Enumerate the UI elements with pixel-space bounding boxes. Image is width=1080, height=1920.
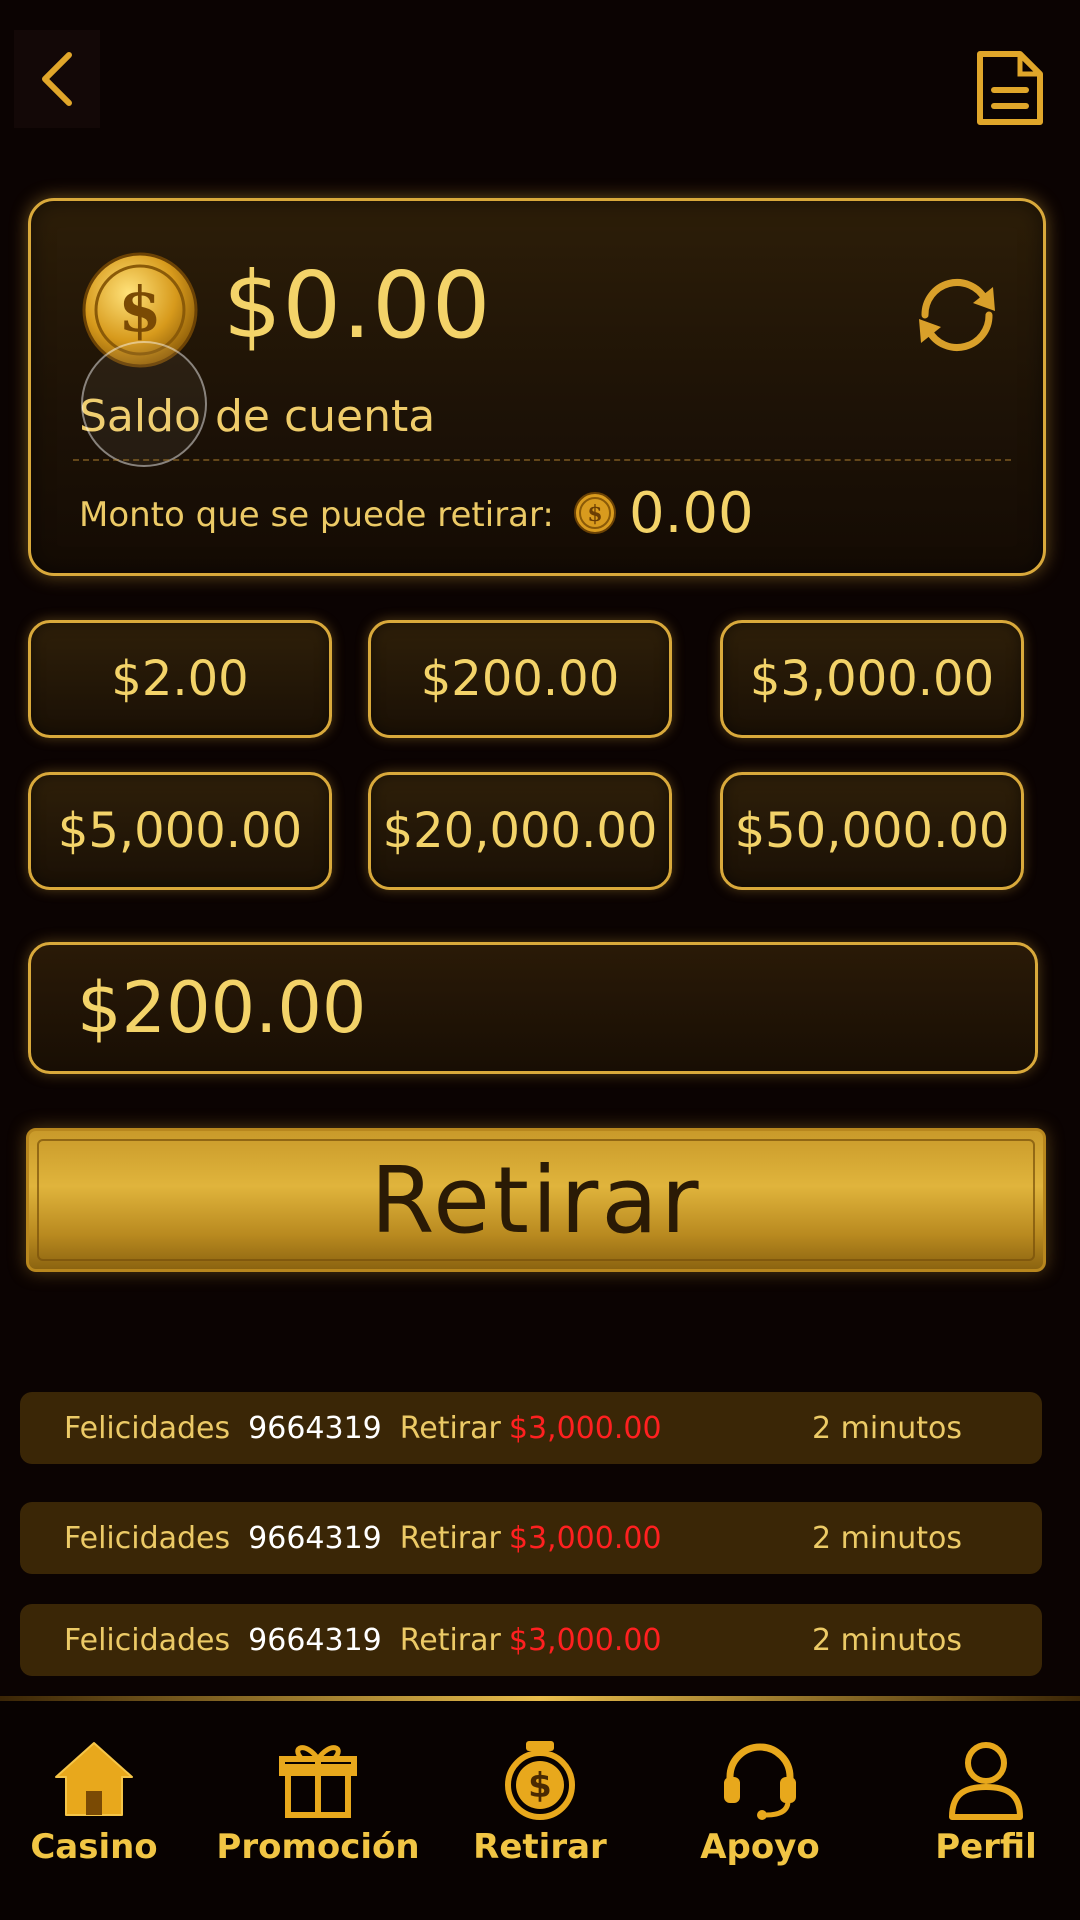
amount-input[interactable]: $200.00	[28, 942, 1038, 1074]
preset-amount-button[interactable]: $20,000.00	[368, 772, 672, 890]
preset-amount-button[interactable]: $200.00	[368, 620, 672, 738]
chevron-left-icon	[42, 52, 72, 106]
nav-label: Promoción	[216, 1827, 420, 1867]
preset-amount-button[interactable]: $5,000.00	[28, 772, 332, 890]
headset-icon	[724, 1743, 796, 1820]
withdraw-records-button[interactable]	[976, 50, 1044, 126]
winner-label: Felicidades	[64, 1410, 231, 1446]
svg-text:$: $	[587, 501, 602, 527]
preset-amount-button[interactable]: $2.00	[28, 620, 332, 738]
winner-time: 2 minutos	[812, 1520, 962, 1556]
nav-label: Perfil	[935, 1827, 1037, 1867]
nav-item-apoyo[interactable]: Apoyo	[660, 1737, 860, 1877]
withdraw-button-label: Retirar	[370, 1146, 702, 1254]
winner-id: 9664319	[248, 1520, 382, 1556]
nav-label: Apoyo	[700, 1827, 820, 1867]
document-icon	[977, 51, 1043, 125]
preset-amount-button[interactable]: $50,000.00	[720, 772, 1024, 890]
nav-label: Casino	[30, 1827, 158, 1867]
winner-id: 9664319	[248, 1410, 382, 1446]
winner-action: Retirar	[399, 1410, 501, 1446]
touch-indicator	[81, 341, 207, 467]
back-button[interactable]	[14, 30, 100, 128]
bottom-nav: Casino Promoción $ Retirar Apoyo Perfil	[0, 1701, 1080, 1920]
money-bag-icon: $	[505, 1741, 575, 1820]
svg-text:$: $	[528, 1766, 552, 1806]
divider	[73, 459, 1011, 461]
winner-row: Felicidades 9664319 Retirar $3,000.00 2 …	[20, 1392, 1042, 1464]
withdrawable-label: Monto que se puede retirar:	[79, 495, 554, 535]
withdraw-button[interactable]: Retirar	[26, 1128, 1046, 1272]
balance-panel: $ $0.00 Saldo de cuenta Monto que se pue…	[28, 198, 1046, 576]
refresh-icon[interactable]	[911, 269, 1003, 361]
preset-amount-button[interactable]: $3,000.00	[720, 620, 1024, 738]
nav-item-perfil[interactable]: Perfil	[886, 1737, 1080, 1877]
user-icon	[949, 1742, 1023, 1820]
winner-label: Felicidades	[64, 1520, 231, 1556]
nav-item-casino[interactable]: Casino	[0, 1737, 194, 1877]
winner-id: 9664319	[248, 1622, 382, 1658]
winner-label: Felicidades	[64, 1622, 231, 1658]
winner-amount: $3,000.00	[508, 1520, 662, 1556]
withdrawable-value: 0.00	[629, 481, 754, 546]
winner-amount: $3,000.00	[508, 1622, 662, 1658]
svg-text:$: $	[118, 273, 161, 346]
home-icon	[55, 1742, 133, 1816]
balance-amount: $0.00	[223, 252, 492, 359]
nav-item-promocion[interactable]: Promoción	[216, 1737, 420, 1877]
winner-row: Felicidades 9664319 Retirar $3,000.00 2 …	[20, 1502, 1042, 1574]
winner-row: Felicidades 9664319 Retirar $3,000.00 2 …	[20, 1604, 1042, 1676]
winner-time: 2 minutos	[812, 1622, 962, 1658]
coin-icon: $	[574, 492, 616, 534]
winner-amount: $3,000.00	[508, 1410, 662, 1446]
winner-action: Retirar	[399, 1622, 501, 1658]
gift-icon	[279, 1745, 357, 1818]
winner-action: Retirar	[399, 1520, 501, 1556]
nav-item-retirar[interactable]: $ Retirar	[440, 1737, 640, 1877]
winner-time: 2 minutos	[812, 1410, 962, 1446]
nav-label: Retirar	[473, 1827, 607, 1867]
